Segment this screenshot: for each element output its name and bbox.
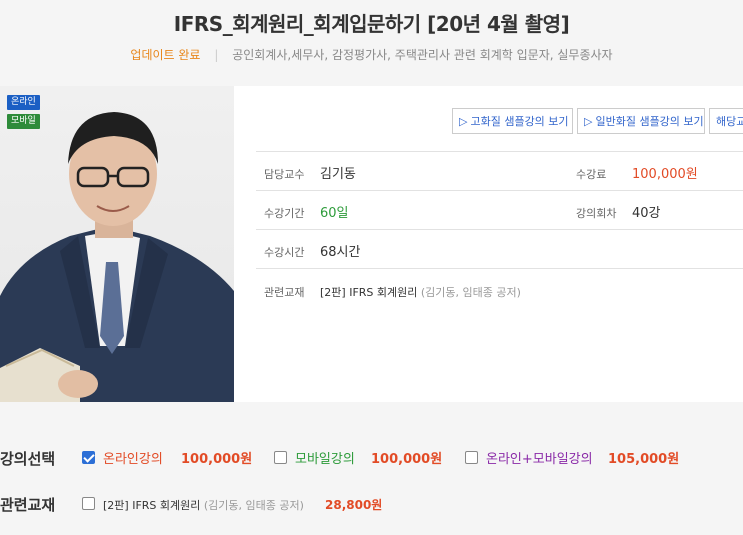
textbook-value: [2판] IFRS 회계원리 (김기동, 임태종 공저) bbox=[320, 284, 521, 300]
play-icon: ▷ bbox=[459, 115, 468, 128]
textbook-option-authors: (김기동, 임태종 공저) bbox=[203, 499, 304, 512]
textbook-price: 28,800원 bbox=[325, 498, 383, 512]
textbook-authors: (김기동, 임태종 공저) bbox=[420, 286, 521, 299]
textbook-label: 관련교재 bbox=[264, 286, 305, 299]
fee-value: 100,000원 bbox=[632, 167, 698, 182]
textbook-title: [2판] IFRS 회계원리 bbox=[320, 286, 418, 299]
divider bbox=[256, 268, 743, 269]
page-title: IFRS_회계원리_회계입문하기 [20년 4월 촬영] bbox=[173, 12, 570, 36]
play-icon: ▷ bbox=[584, 115, 593, 128]
divider bbox=[256, 229, 743, 230]
course-subline: 업데이트 완료 | 공인회계사,세무사, 감정평가사, 주택관리사 관련 회계학… bbox=[0, 46, 743, 63]
instructor-photo bbox=[0, 86, 234, 402]
mobile-course-checkbox[interactable] bbox=[274, 451, 287, 464]
hd-sample-label: 고화질 샘플강의 보기 bbox=[470, 115, 569, 128]
professor-label: 담당교수 bbox=[264, 168, 305, 181]
online-mobile-course-checkbox[interactable] bbox=[465, 451, 478, 464]
course-info-panel: ▷고화질 샘플강의 보기 ▷일반화질 샘플강의 보기 해당교 담당교수 김기동 … bbox=[234, 86, 743, 402]
hd-sample-button[interactable]: ▷ 고화질 샘플강의 보기 bbox=[452, 108, 573, 134]
lectures-value: 40강 bbox=[632, 206, 661, 221]
divider bbox=[256, 190, 743, 191]
sd-sample-label: 일반화질 샘플강의 보기 bbox=[595, 115, 704, 128]
textbook-button[interactable]: 해당교 bbox=[709, 108, 743, 134]
update-status: 업데이트 완료 bbox=[130, 48, 201, 62]
online-badge: 온라인 bbox=[7, 95, 40, 110]
professor-name: 김기동 bbox=[320, 167, 356, 182]
online-mobile-course-name[interactable]: 온라인+모바일강의 bbox=[486, 448, 593, 467]
mobile-course-name[interactable]: 모바일강의 bbox=[295, 448, 355, 467]
lectures-label: 강의회차 bbox=[576, 207, 617, 220]
period-value: 60일 bbox=[320, 206, 349, 221]
hours-value: 68시간 bbox=[320, 245, 361, 260]
sd-sample-button[interactable]: ▷ 일반화질 샘플강의 보기 bbox=[577, 108, 705, 134]
textbook-button-label: 해당교 bbox=[716, 115, 743, 128]
textbook-option[interactable]: [2판] IFRS 회계원리 (김기동, 임태종 공저) bbox=[103, 497, 304, 513]
related-books-label: 관련교재 bbox=[0, 496, 56, 514]
divider: | bbox=[214, 48, 219, 62]
textbook-option-title: [2판] IFRS 회계원리 bbox=[103, 499, 201, 512]
online-course-checkbox[interactable] bbox=[82, 451, 95, 464]
textbook-checkbox[interactable] bbox=[82, 497, 95, 510]
period-label: 수강기간 bbox=[264, 207, 305, 220]
fee-label: 수강료 bbox=[576, 168, 607, 181]
online-mobile-course-price: 105,000원 bbox=[608, 452, 680, 467]
online-course-name[interactable]: 온라인강의 bbox=[103, 448, 163, 467]
mobile-badge: 모바일 bbox=[7, 114, 40, 129]
mobile-course-price: 100,000원 bbox=[371, 452, 443, 467]
course-option-label: 강의선택 bbox=[0, 450, 56, 468]
divider bbox=[256, 151, 743, 152]
online-course-price: 100,000원 bbox=[181, 452, 253, 467]
audience-text: 공인회계사,세무사, 감정평가사, 주택관리사 관련 회계학 입문자, 실무종사… bbox=[232, 48, 613, 62]
hours-label: 수강시간 bbox=[264, 246, 305, 259]
